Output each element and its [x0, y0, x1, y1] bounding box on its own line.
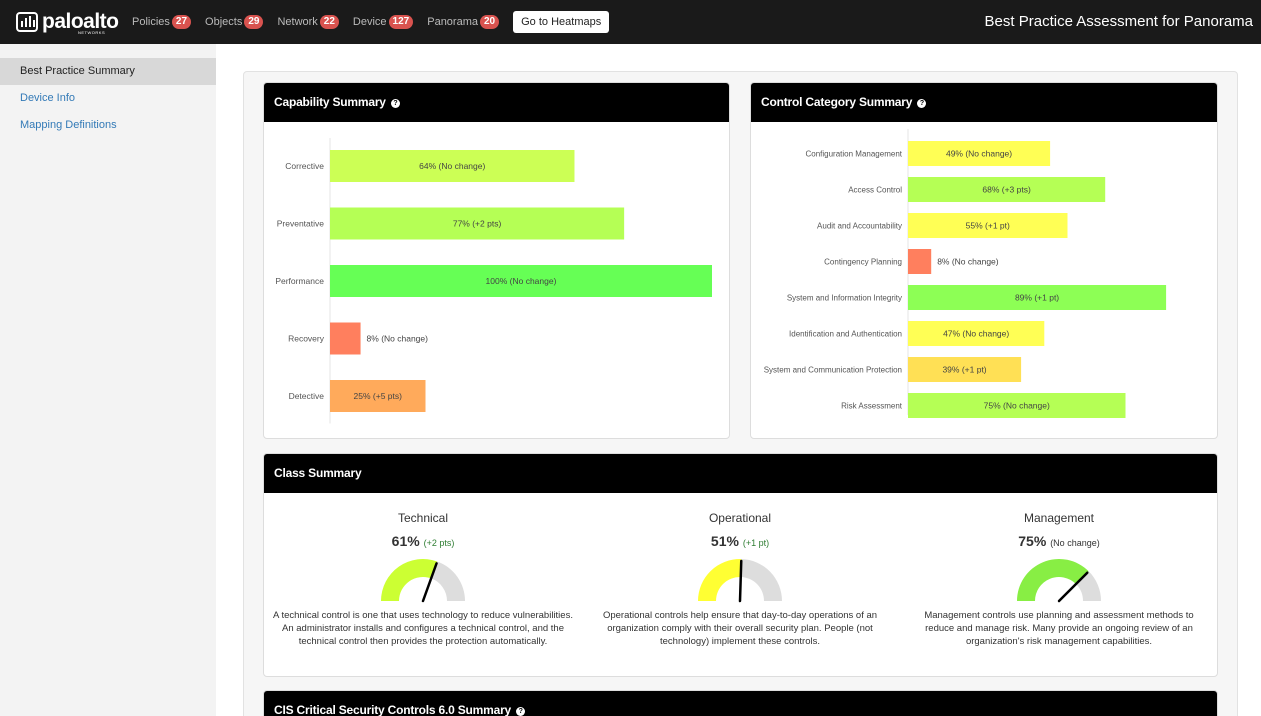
count-badge: 29 — [244, 15, 264, 29]
bar-value-label: 77% (+2 pts) — [453, 219, 502, 229]
nav-device[interactable]: Device 127 — [352, 15, 414, 29]
management-gauge — [1017, 559, 1101, 603]
nav-objects[interactable]: Objects 29 — [205, 15, 264, 29]
class-summary-panel: Class Summary Technical 61% (+2 pts) A t… — [263, 453, 1218, 677]
panel-header: Capability Summary ? — [264, 83, 729, 122]
bar-value-label: 39% (+1 pt) — [942, 365, 986, 375]
category-label: Corrective — [285, 161, 324, 171]
class-technical: Technical 61% (+2 pts) A technical contr… — [273, 493, 573, 648]
nav-network[interactable]: Network 22 — [277, 15, 339, 29]
top-navbar: paloalto NETWORKS Policies 27 Objects 29 N… — [0, 0, 1261, 44]
score-delta: (+2 pts) — [423, 538, 455, 548]
nav-policies[interactable]: Policies 27 — [132, 15, 192, 29]
bar[interactable] — [908, 249, 932, 274]
category-label: System and Information Integrity — [787, 294, 902, 303]
category-label: Performance — [275, 276, 324, 286]
operational-gauge — [698, 559, 782, 603]
score-delta: (+1 pt) — [742, 538, 770, 548]
class-description: Management controls use planning and ass… — [924, 610, 1194, 647]
class-name: Technical — [397, 511, 449, 525]
bar-value-label: 8% (No change) — [937, 257, 999, 267]
count-badge: 27 — [171, 15, 192, 29]
category-label: Audit and Accountability — [817, 222, 902, 231]
category-label: Configuration Management — [805, 150, 902, 159]
nav-label: Panorama — [427, 16, 478, 28]
panel-header: CIS Critical Security Controls 6.0 Summa… — [264, 691, 1217, 716]
score-delta: (No change) — [1050, 538, 1100, 548]
bar[interactable] — [330, 322, 361, 355]
class-description: A technical control is one that uses tec… — [273, 610, 573, 647]
technical-gauge — [381, 559, 465, 603]
count-badge: 127 — [388, 15, 414, 29]
nav-label: Policies — [132, 16, 170, 28]
class-score: 75% (No change) — [909, 533, 1209, 549]
class-gauges: Technical 61% (+2 pts) A technical contr… — [264, 493, 1217, 676]
logo-mark-icon — [16, 12, 38, 32]
category-label: Access Control — [848, 186, 902, 195]
gauge-needle — [738, 559, 743, 603]
sidebar-item-mapping-definitions[interactable]: Mapping Definitions — [0, 112, 216, 139]
logo-subtext: NETWORKS — [78, 30, 106, 35]
cis-summary-panel: CIS Critical Security Controls 6.0 Summa… — [263, 690, 1218, 716]
control-category-bar-chart: Configuration Management 49% (No change) A… — [764, 129, 1167, 418]
control-category-summary-panel: Control Category Summary ? Configuration… — [750, 82, 1218, 439]
count-badge: 20 — [480, 15, 500, 29]
help-icon[interactable]: ? — [516, 707, 526, 716]
panel-title: Capability Summary — [274, 95, 386, 109]
bar-value-label: 47% (No change) — [943, 329, 1009, 339]
sidebar: Best Practice Summary Device Info Mappin… — [0, 44, 216, 716]
category-label: Risk Assessment — [841, 402, 903, 411]
class-management: Management 75% (No change) Management co… — [909, 493, 1209, 648]
panel-title: CIS Critical Security Controls 6.0 Summa… — [274, 703, 512, 716]
bar-value-label: 100% (No change) — [486, 276, 557, 286]
bar-value-label: 25% (+5 pts) — [354, 391, 403, 401]
bar-value-label: 89% (+1 pt) — [1015, 293, 1059, 303]
category-label: Identification and Authentication — [789, 330, 902, 339]
class-description: Operational controls help ensure that da… — [602, 610, 878, 647]
sidebar-item-device-info[interactable]: Device Info — [0, 85, 216, 112]
bar-value-label: 68% (+3 pts) — [982, 185, 1031, 195]
score-value: 61% — [391, 533, 420, 549]
help-icon[interactable]: ? — [390, 99, 400, 108]
panel-header: Control Category Summary ? — [751, 83, 1217, 122]
bar-value-label: 8% (No change) — [367, 334, 429, 344]
category-label: Recovery — [288, 334, 325, 344]
bar-value-label: 55% (+1 pt) — [966, 221, 1010, 231]
help-icon[interactable]: ? — [917, 99, 927, 108]
category-label: Contingency Planning — [824, 258, 902, 267]
gauge-fill — [698, 559, 742, 601]
gauge-track — [740, 559, 782, 601]
category-label: System and Communication Protection — [764, 366, 902, 375]
category-label: Preventative — [277, 219, 325, 229]
gauge-fill — [1017, 559, 1089, 601]
bar-value-label: 64% (No change) — [419, 161, 485, 171]
logo-text: paloalto — [42, 10, 119, 33]
class-name: Operational — [708, 511, 772, 525]
paloalto-logo[interactable]: paloalto NETWORKS — [16, 7, 120, 37]
nav-label: Network — [277, 16, 318, 28]
capability-summary-panel: Capability Summary ? Corrective 64% (No c… — [263, 82, 730, 439]
nav-label: Device — [352, 16, 387, 28]
capability-bar-chart: Corrective 64% (No change) Preventative 77%… — [275, 138, 712, 424]
score-value: 51% — [710, 533, 739, 549]
category-label: Detective — [289, 391, 325, 401]
class-score: 61% (+2 pts) — [273, 533, 573, 549]
class-score: 51% (+1 pt) — [590, 533, 890, 549]
gauge-fill — [381, 559, 438, 601]
class-name: Management — [1023, 511, 1095, 525]
page-title: Best Practice Assessment for Panorama — [984, 13, 1253, 30]
sidebar-item-best-practice-summary[interactable]: Best Practice Summary — [0, 58, 216, 85]
nav-panorama[interactable]: Panorama 20 — [427, 15, 500, 29]
count-badge: 22 — [319, 15, 339, 29]
bar-value-label: 75% (No change) — [984, 401, 1050, 411]
nav-label: Objects — [205, 16, 243, 28]
bar-value-label: 49% (No change) — [946, 149, 1012, 159]
class-operational: Operational 51% (+1 pt) Operational cont… — [590, 493, 890, 648]
panel-title: Control Category Summary — [761, 95, 913, 109]
go-to-heatmaps-button[interactable]: Go to Heatmaps — [513, 11, 610, 33]
score-value: 75% — [1018, 533, 1047, 549]
main-nav: Policies 27 Objects 29 Network 22 Device 127… — [132, 11, 610, 33]
panel-header: Class Summary — [264, 454, 1217, 493]
